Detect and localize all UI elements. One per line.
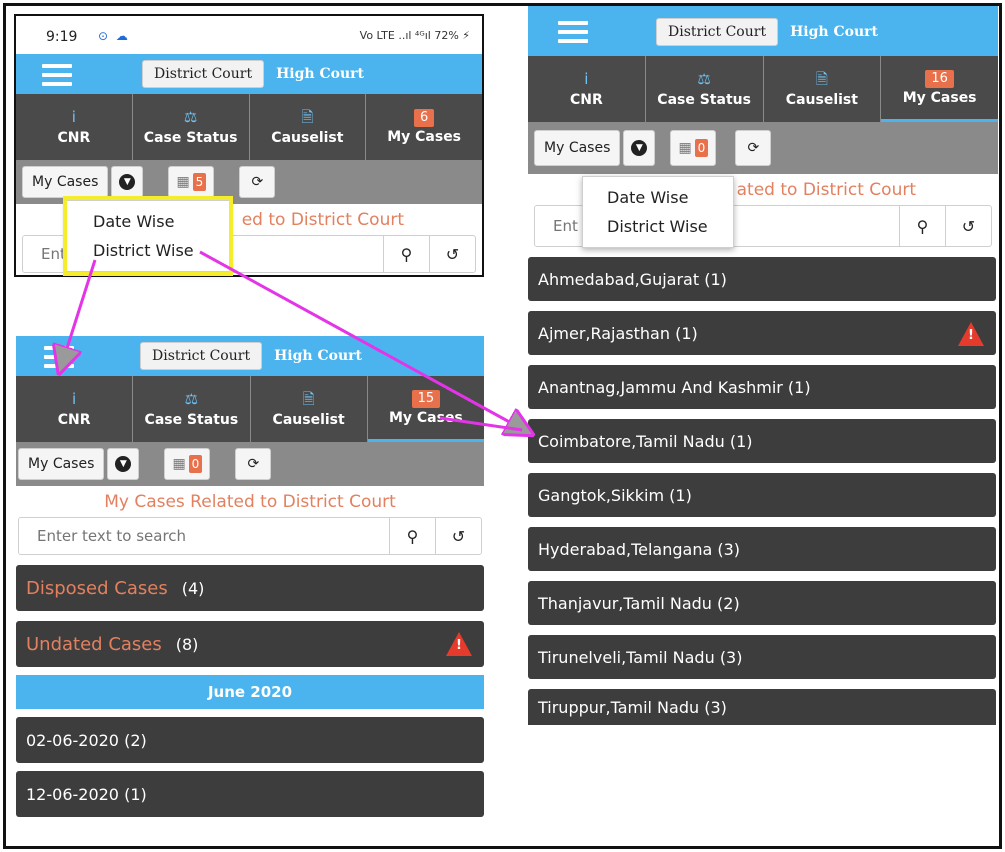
arrow-my-cases <box>439 416 523 432</box>
annotation-arrows <box>0 250 1005 852</box>
arrow-to-menu <box>62 259 97 364</box>
arrow-district-wise <box>199 250 524 430</box>
